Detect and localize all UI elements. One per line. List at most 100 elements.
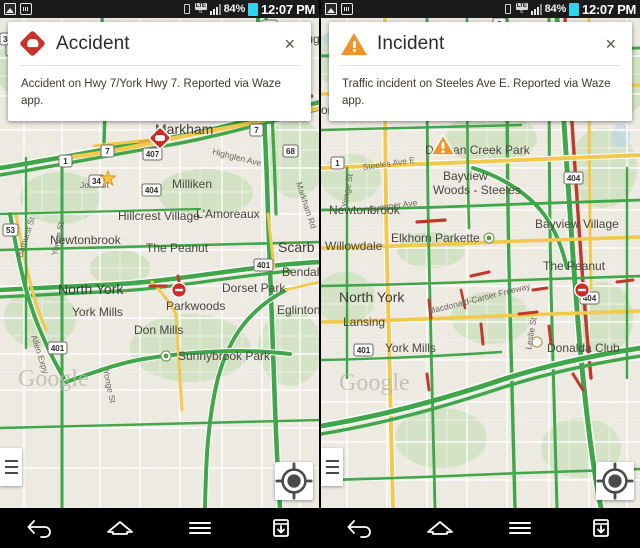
signal-bars-icon [209,3,221,15]
no-entry-icon [574,282,590,298]
signal-bars-icon [530,3,542,15]
nav-bar-right [320,508,640,548]
photo-icon [325,3,337,15]
download-tray-icon [273,519,289,537]
svg-text:L'Amoreaux: L'Amoreaux [196,207,260,221]
svg-text:7: 7 [105,147,110,156]
recents-button[interactable] [177,508,223,548]
card-header: Incident × [329,22,632,65]
incident-triangle-icon [341,31,367,57]
map-menu-button[interactable] [0,448,22,486]
home-button[interactable] [417,508,463,548]
svg-text:68: 68 [286,147,295,156]
status-bar: LTE ⇅ 84% 12:07 PM [0,0,319,18]
svg-text:Don Mills: Don Mills [134,323,183,337]
battery-icon [248,2,259,16]
mute-icon [503,3,513,15]
back-button[interactable] [337,508,383,548]
svg-text:401: 401 [257,261,271,270]
nav-bar-left [0,508,320,548]
svg-text:York Mills: York Mills [385,341,436,355]
phone-screen-left: LTE ⇅ 84% 12:07 PM Markham Milliken Hill… [0,0,319,508]
svg-text:404: 404 [145,186,159,195]
svg-text:Woods - Steeles: Woods - Steeles [433,183,521,197]
svg-text:401: 401 [51,344,65,353]
svg-text:53: 53 [6,226,15,235]
my-location-icon [596,462,634,500]
svg-text:1: 1 [335,159,340,168]
status-bar-system-icons: LTE ⇅ 84% 12:07 PM [503,2,636,17]
svg-text:401: 401 [357,346,371,355]
my-location-icon [275,462,313,500]
close-icon[interactable]: × [599,35,622,53]
network-type-icon: LTE ⇅ [515,3,528,15]
notification-tray-button[interactable] [257,508,303,548]
svg-text:Bayview Village: Bayview Village [535,217,619,231]
data-arrows-icon: ⇅ [198,9,203,15]
svg-text:34: 34 [92,177,101,186]
svg-text:Sunnybrook Park: Sunnybrook Park [178,349,271,363]
svg-text:Google: Google [339,370,410,396]
my-location-button[interactable] [275,462,313,500]
svg-text:Hillcrest Village: Hillcrest Village [118,209,200,223]
battery-percent: 84% [544,3,567,15]
data-arrows-icon: ⇅ [519,9,524,15]
hamburger-icon [325,458,339,476]
network-type-icon: LTE ⇅ [194,3,207,15]
battery-percent: 84% [223,3,246,15]
android-navigation-bar [0,508,640,548]
card-title: Accident [56,33,130,54]
home-icon [107,521,133,535]
card-body-text: Traffic incident on Steeles Ave E. Repor… [342,78,611,107]
status-bar-notification-icons [4,3,32,15]
svg-text:North York: North York [339,289,405,305]
no-entry-icon [171,282,187,298]
close-icon[interactable]: × [278,35,301,53]
download-tray-icon [593,519,609,537]
status-bar-clock: 12:07 PM [582,1,636,17]
card-header: Accident × [8,22,311,65]
status-bar-notification-icons [325,3,353,15]
notification-card-incident[interactable]: Incident × Traffic incident on Steeles A… [329,22,632,122]
back-button[interactable] [17,508,63,548]
svg-text:1: 1 [63,157,68,166]
card-title: Incident [377,33,445,54]
my-location-button[interactable] [596,462,634,500]
status-bar: LTE ⇅ 84% 12:07 PM [321,0,640,18]
message-icon [20,3,32,15]
svg-text:Lansing: Lansing [343,315,385,329]
hamburger-icon [4,458,18,476]
svg-text:Google: Google [18,366,89,392]
mute-icon [182,3,192,15]
recents-button[interactable] [497,508,543,548]
card-body-text: Accident on Hwy 7/York Hwy 7. Reported v… [21,78,281,107]
status-bar-system-icons: LTE ⇅ 84% 12:07 PM [182,2,315,17]
dual-screenshot-container: LTE ⇅ 84% 12:07 PM Markham Milliken Hill… [0,0,640,508]
notification-tray-button[interactable] [577,508,623,548]
back-arrow-icon [347,520,371,538]
status-bar-clock: 12:07 PM [261,1,315,17]
svg-text:404: 404 [567,174,581,183]
menu-icon [509,522,531,534]
svg-text:Parkwoods: Parkwoods [166,299,225,313]
svg-text:407: 407 [146,150,160,159]
home-button[interactable] [97,508,143,548]
svg-text:7: 7 [254,126,259,135]
svg-text:North York: North York [58,281,124,297]
menu-icon [189,522,211,534]
battery-icon [569,2,580,16]
back-arrow-icon [27,520,51,538]
svg-text:Bayview: Bayview [443,169,488,183]
phone-screen-right: LTE ⇅ 84% 12:07 PM Duncan Creek Park Bay… [319,0,640,508]
svg-text:The Peanut: The Peanut [146,241,209,255]
map-menu-button[interactable] [321,448,343,486]
svg-text:York Mills: York Mills [72,305,123,319]
svg-text:Milliken: Milliken [172,177,212,191]
message-icon [341,3,353,15]
svg-text:Willowdale: Willowdale [325,239,383,253]
notification-card-accident[interactable]: Accident × Accident on Hwy 7/York Hwy 7.… [8,22,311,122]
svg-text:Elkhorn Parkette: Elkhorn Parkette [391,231,480,245]
home-icon [427,521,453,535]
accident-diamond-icon [19,30,46,57]
photo-icon [4,3,16,15]
